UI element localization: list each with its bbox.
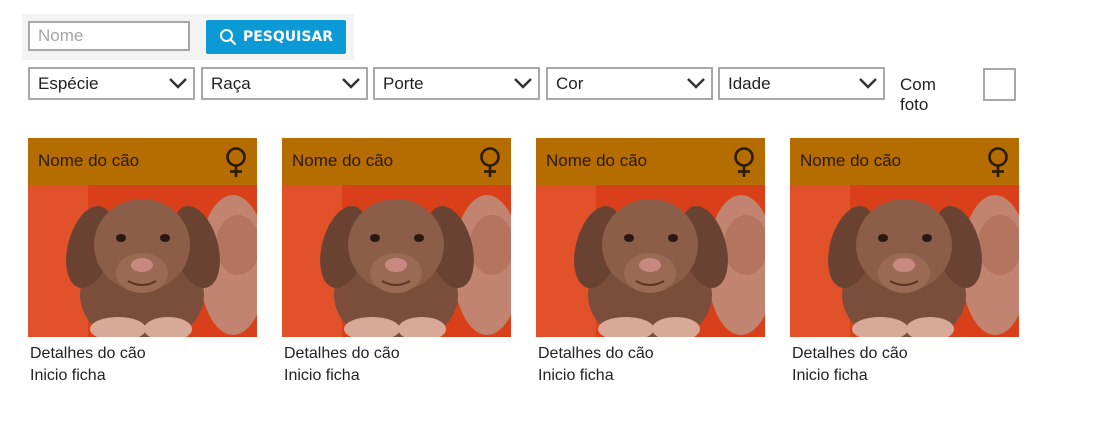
chevron-down-icon	[169, 78, 187, 89]
with-photo-label: Com foto	[900, 75, 936, 114]
size-select[interactable]: Porte	[373, 67, 540, 100]
dog-photo[interactable]	[28, 185, 257, 337]
dog-details[interactable]: Detalhes do cão	[792, 343, 1019, 365]
dog-details[interactable]: Detalhes do cão	[30, 343, 257, 365]
dog-card[interactable]: Nome do cão Detalhes do cão Inicio ficha	[28, 138, 257, 387]
dog-photo[interactable]	[282, 185, 511, 337]
female-icon	[734, 147, 754, 177]
dog-name: Nome do cão	[292, 151, 394, 170]
dog-photo[interactable]	[790, 185, 1019, 337]
female-icon	[226, 147, 246, 177]
card-header: Nome do cão	[282, 138, 511, 185]
dog-name: Nome do cão	[800, 151, 902, 170]
breed-select-label: Raça	[211, 74, 251, 93]
age-select-label: Idade	[728, 74, 771, 93]
breed-select[interactable]: Raça	[201, 67, 368, 100]
color-select-label: Cor	[556, 74, 584, 93]
card-header: Nome do cão	[790, 138, 1019, 185]
chevron-down-icon	[687, 78, 705, 89]
search-bar: PESQUISAR	[22, 14, 354, 60]
female-icon	[480, 147, 500, 177]
female-icon	[988, 147, 1008, 177]
dog-photo[interactable]	[536, 185, 765, 337]
species-select-label: Espécie	[38, 74, 99, 93]
record-start: Inicio ficha	[792, 367, 868, 384]
age-select[interactable]: Idade	[718, 67, 885, 100]
dog-name: Nome do cão	[546, 151, 648, 170]
dog-card[interactable]: Nome do cão Detalhes do cão Inicio ficha	[536, 138, 765, 387]
record-start: Inicio ficha	[538, 367, 614, 384]
search-button-label: PESQUISAR	[242, 29, 334, 45]
dog-details[interactable]: Detalhes do cão	[284, 343, 511, 365]
chevron-down-icon	[514, 78, 532, 89]
chevron-down-icon	[342, 78, 360, 89]
size-select-label: Porte	[383, 74, 424, 93]
dog-details[interactable]: Detalhes do cão	[538, 343, 765, 365]
name-search-input[interactable]	[28, 21, 190, 51]
record-start: Inicio ficha	[284, 367, 360, 384]
card-header: Nome do cão	[28, 138, 257, 185]
dog-name: Nome do cão	[38, 151, 140, 170]
dog-card[interactable]: Nome do cão Detalhes do cão Inicio ficha	[282, 138, 511, 387]
chevron-down-icon	[859, 78, 877, 89]
color-select[interactable]: Cor	[546, 67, 713, 100]
dog-card[interactable]: Nome do cão Detalhes do cão Inicio ficha	[790, 138, 1019, 387]
species-select[interactable]: Espécie	[28, 67, 195, 100]
search-button[interactable]: PESQUISAR	[206, 20, 346, 54]
with-photo-checkbox[interactable]	[983, 68, 1016, 101]
card-header: Nome do cão	[536, 138, 765, 185]
record-start: Inicio ficha	[30, 367, 106, 384]
search-icon	[219, 29, 236, 45]
